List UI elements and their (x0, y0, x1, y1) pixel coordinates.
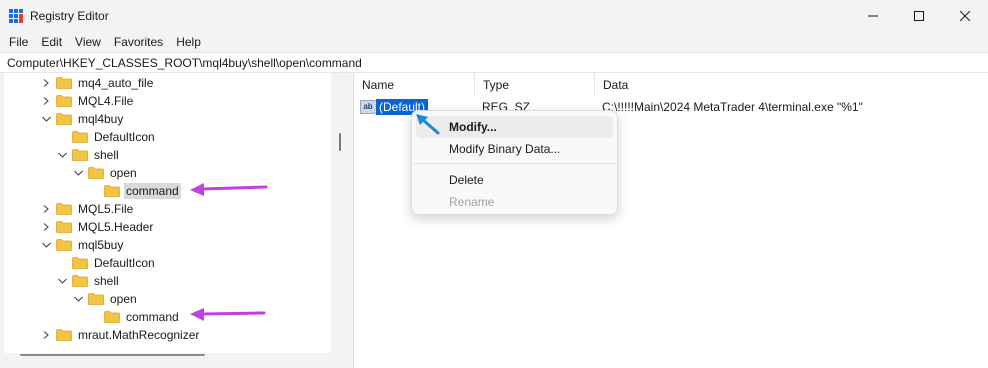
tree-item[interactable]: DefaultIcon (56, 254, 157, 272)
menu-file[interactable]: File (9, 32, 28, 52)
tree-item[interactable]: command (88, 308, 181, 326)
chevron-down-icon[interactable] (40, 113, 52, 125)
tree-item-label: command (124, 183, 181, 199)
tree-item-label: shell (94, 148, 119, 162)
tree-item[interactable]: command (88, 182, 181, 200)
address-bar[interactable]: Computer\HKEY_CLASSES_ROOT\mql4buy\shell… (0, 52, 988, 73)
tree-item[interactable]: mraut.MathRecognizer (40, 326, 201, 344)
annotation-arrow-icon (190, 183, 268, 196)
tree-item[interactable]: MQL5.Header (40, 218, 155, 236)
tree-item-label: MQL4.File (78, 94, 134, 108)
tree-item-label: MQL5.Header (78, 220, 154, 234)
tree-item[interactable]: DefaultIcon (56, 128, 157, 146)
tree-horizontal-scrollbar[interactable] (20, 354, 205, 356)
tree-item[interactable]: open (72, 290, 139, 308)
menu-view[interactable]: View (75, 32, 101, 52)
context-menu-separator (413, 163, 616, 164)
folder-icon (88, 167, 104, 179)
tree-item[interactable]: MQL4.File (40, 92, 135, 110)
tree-item[interactable]: open (72, 164, 139, 182)
tree-item-label: open (110, 166, 137, 180)
tree-item-label: command (126, 310, 179, 324)
maximize-icon (914, 11, 924, 21)
chevron-down-icon[interactable] (56, 275, 68, 287)
folder-icon (104, 185, 120, 197)
registry-editor-icon (9, 9, 23, 23)
tree-item-label: shell (94, 274, 119, 288)
chevron-right-icon[interactable] (40, 77, 52, 89)
chevron-right-icon[interactable] (40, 203, 52, 215)
address-path[interactable]: Computer\HKEY_CLASSES_ROOT\mql4buy\shell… (7, 56, 362, 70)
minimize-button[interactable] (850, 0, 896, 32)
folder-icon (72, 131, 88, 143)
tree-item-label: mraut.MathRecognizer (78, 328, 200, 342)
tree-item-label: mq4_auto_file (78, 76, 154, 90)
tree-item-label: mql4buy (78, 112, 124, 126)
folder-icon (56, 221, 72, 233)
folder-icon (104, 311, 120, 323)
menu-edit[interactable]: Edit (41, 32, 62, 52)
menu-help[interactable]: Help (176, 32, 201, 52)
value-data: C:\!!!!!Main\2024 MetaTrader 4\terminal.… (602, 100, 863, 114)
chevron-right-icon[interactable] (40, 329, 52, 341)
tree-item-label: open (110, 292, 137, 306)
folder-icon (88, 293, 104, 305)
window-title: Registry Editor (30, 9, 109, 23)
tree-vertical-scrollbar[interactable] (339, 133, 341, 151)
context-menu: Modify... Modify Binary Data... Delete R… (411, 110, 618, 215)
chevron-down-icon[interactable] (72, 167, 84, 179)
ab-string-icon: ab (360, 100, 376, 114)
folder-icon (56, 239, 72, 251)
chevron-down-icon[interactable] (72, 293, 84, 305)
folder-icon (56, 203, 72, 215)
tree-item[interactable]: mql4buy (40, 110, 125, 128)
folder-icon (72, 257, 88, 269)
folder-icon (56, 77, 72, 89)
column-header-name[interactable]: Name (354, 73, 475, 97)
column-header-data[interactable]: Data (595, 73, 988, 97)
context-menu-delete[interactable]: Delete (416, 169, 613, 191)
menu-bar: File Edit View Favorites Help (0, 32, 988, 52)
tree-item-label: DefaultIcon (94, 256, 155, 270)
tree-item-label: mql5buy (78, 238, 124, 252)
folder-icon (56, 95, 72, 107)
chevron-down-icon[interactable] (56, 149, 68, 161)
tree-item[interactable]: shell (56, 146, 121, 164)
tree-item-label: MQL5.File (78, 202, 134, 216)
maximize-button[interactable] (896, 0, 942, 32)
folder-icon (72, 275, 88, 287)
minimize-icon (868, 15, 878, 17)
tree-item[interactable]: shell (56, 272, 121, 290)
tree-item-label: DefaultIcon (94, 130, 155, 144)
annotation-arrow-icon (190, 308, 266, 321)
context-menu-modify[interactable]: Modify... (416, 116, 613, 138)
folder-icon (56, 329, 72, 341)
context-menu-modify-binary[interactable]: Modify Binary Data... (416, 138, 613, 160)
menu-favorites[interactable]: Favorites (114, 32, 163, 52)
cursor-pointer-arrow-icon (416, 114, 440, 135)
folder-icon (56, 113, 72, 125)
tree-item[interactable]: mq4_auto_file (40, 74, 155, 92)
close-icon (960, 11, 970, 21)
title-bar[interactable]: Registry Editor (0, 0, 988, 32)
close-button[interactable] (942, 0, 988, 32)
context-menu-rename: Rename (449, 195, 495, 209)
key-tree-pane: mq4_auto_file MQL4.File mql4buy DefaultIcon… (0, 73, 348, 368)
key-tree[interactable]: mq4_auto_file MQL4.File mql4buy DefaultIcon… (4, 73, 331, 353)
tree-item[interactable]: MQL5.File (40, 200, 135, 218)
chevron-right-icon[interactable] (40, 221, 52, 233)
chevron-right-icon[interactable] (40, 95, 52, 107)
column-header-type[interactable]: Type (475, 73, 595, 97)
chevron-down-icon[interactable] (40, 239, 52, 251)
tree-item[interactable]: mql5buy (40, 236, 125, 254)
folder-icon (72, 149, 88, 161)
